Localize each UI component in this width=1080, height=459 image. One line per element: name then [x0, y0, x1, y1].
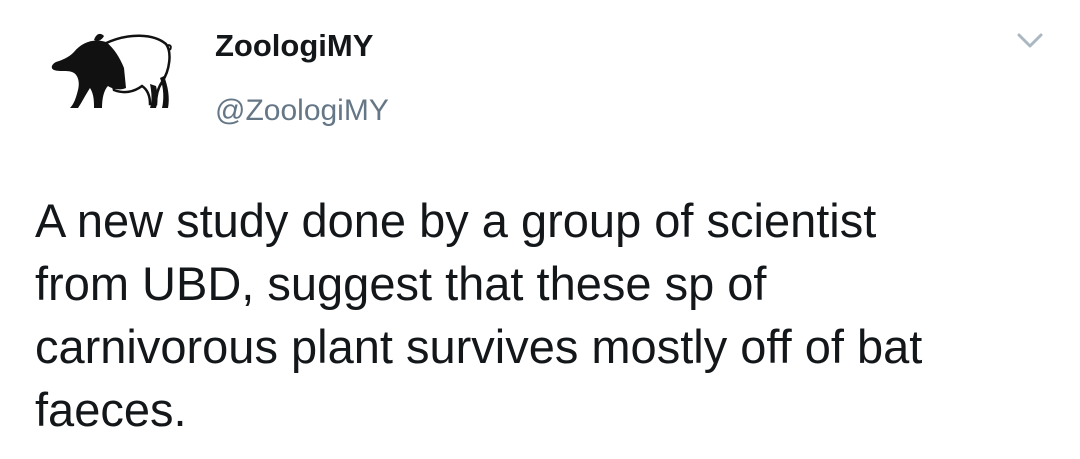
user-handle[interactable]: @ZoologiMY: [215, 93, 389, 129]
tweet-card: ZoologiMY @ZoologiMY A new study done by…: [0, 0, 1080, 459]
display-name[interactable]: ZoologiMY: [215, 28, 373, 64]
chevron-down-icon: [1017, 33, 1043, 48]
tapir-logo-icon: [51, 33, 172, 108]
tweet-menu-button[interactable]: [1010, 26, 1050, 56]
avatar[interactable]: [34, 8, 182, 148]
tweet-text: A new study done by a group of scientist…: [35, 194, 923, 436]
